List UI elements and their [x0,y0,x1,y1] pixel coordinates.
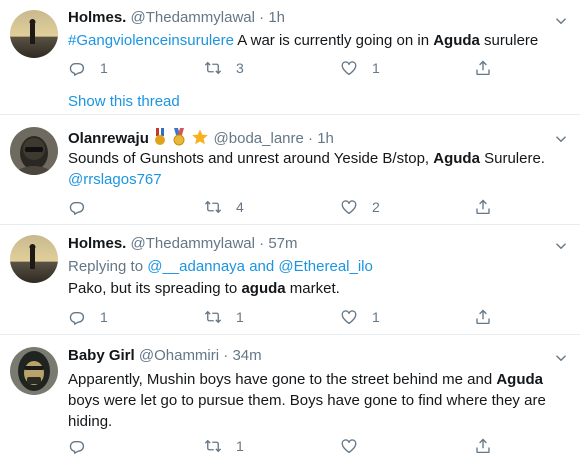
retweet-count: 3 [236,60,244,76]
chevron-down-icon[interactable] [552,12,570,30]
display-name[interactable]: Holmes. [68,235,126,252]
heart-icon [340,198,358,216]
display-name[interactable]: Holmes. [68,9,126,26]
display-name[interactable]: Olanrewaju [68,130,149,147]
reply-icon [68,198,86,216]
replying-to: Replying to @__adannaya and @Ethereal_il… [68,258,373,275]
retweet-count: 1 [236,309,244,325]
share-button[interactable] [474,435,492,457]
reply-count: 1 [100,60,108,76]
retweet-button[interactable]: 1 [204,306,244,328]
retweet-count: 4 [236,199,244,215]
tweet-actions: 4 2 [68,196,508,218]
avatar[interactable] [10,127,58,175]
tweet[interactable]: Baby Girl @Ohammiri · 34m Apparently, Mu… [0,335,580,468]
highlighted-keyword: aguda [241,280,286,297]
heart-icon [340,308,358,326]
share-icon [474,198,492,216]
tweet-text: Pako, but its spreading to aguda market. [68,280,340,297]
reply-icon [68,59,86,77]
tweet[interactable]: Olanrewaju @boda_lanre · 1h Sounds of Gu… [0,115,580,225]
highlighted-keyword: Aguda [433,32,480,49]
separator-dot: · [308,130,314,147]
user-handle[interactable]: @Thedammylawal [131,9,255,26]
share-button[interactable] [474,306,492,328]
tweet-header: Holmes. @Thedammylawal · 1h [68,9,285,26]
retweet-icon [204,198,222,216]
tweet-text: #Gangviolenceinsurulere A war is current… [68,32,539,49]
share-button[interactable] [474,57,492,79]
retweet-button[interactable]: 3 [204,57,244,79]
share-icon [474,59,492,77]
like-count: 2 [372,199,380,215]
retweet-icon [204,59,222,77]
heart-icon [340,59,358,77]
hashtag-link[interactable]: #Gangviolenceinsurulere [68,32,234,49]
timestamp[interactable]: 1h [268,9,285,26]
tweet-text: Sounds of Gunshots and unrest around Yes… [68,150,545,188]
tweet-header: Holmes. @Thedammylawal · 57m [68,235,298,252]
like-button[interactable]: 1 [340,306,380,328]
reply-button[interactable]: 1 [68,306,108,328]
reply-icon [68,437,86,455]
separator-dot: · [259,235,265,252]
mention-link[interactable]: @rrslagos767 [68,171,162,188]
reply-button[interactable] [68,196,100,218]
user-handle[interactable]: @Thedammylawal [131,235,255,252]
tweet-header: Olanrewaju @boda_lanre · 1h [68,128,334,147]
avatar[interactable] [10,347,58,395]
mention-link[interactable]: @__adannaya [147,258,245,275]
reply-button[interactable]: 1 [68,57,108,79]
tweet[interactable]: Holmes. @Thedammylawal · 57m Replying to… [0,225,580,335]
highlighted-keyword: Aguda [433,150,480,167]
heart-icon [340,437,358,455]
star-emoji-icon [192,129,209,145]
timestamp[interactable]: 34m [232,347,261,364]
mention-link[interactable]: @Ethereal_ilo [278,258,372,275]
tweet-header: Baby Girl @Ohammiri · 34m [68,347,262,364]
separator-dot: · [223,347,229,364]
chevron-down-icon[interactable] [552,130,570,148]
retweet-button[interactable]: 4 [204,196,244,218]
reply-button[interactable] [68,435,100,457]
timestamp[interactable]: 1h [317,130,334,147]
chevron-down-icon[interactable] [552,237,570,255]
share-icon [474,308,492,326]
user-handle[interactable]: @boda_lanre [214,130,304,147]
tweet-actions: 1 1 1 [68,306,508,328]
share-button[interactable] [474,196,492,218]
like-count: 1 [372,60,380,76]
avatar[interactable] [10,10,58,58]
retweet-count: 1 [236,438,244,454]
like-count: 1 [372,309,380,325]
medal-emoji-icon [155,128,166,145]
display-name[interactable]: Baby Girl [68,347,135,364]
retweet-icon [204,437,222,455]
separator-dot: · [259,9,265,26]
reply-count: 1 [100,309,108,325]
tweet[interactable]: Holmes. @Thedammylawal · 1h #Gangviolenc… [0,0,580,115]
tweet-actions: 1 [68,435,508,457]
retweet-icon [204,308,222,326]
avatar[interactable] [10,235,58,283]
retweet-button[interactable]: 1 [204,435,244,457]
like-button[interactable] [340,435,372,457]
highlighted-keyword: Aguda [496,371,543,388]
sports-medal-icon [173,128,185,146]
tweet-text: Apparently, Mushin boys have gone to the… [68,371,546,430]
like-button[interactable]: 1 [340,57,380,79]
share-icon [474,437,492,455]
like-button[interactable]: 2 [340,196,380,218]
user-handle[interactable]: @Ohammiri [139,347,219,364]
show-thread-link[interactable]: Show this thread [68,93,180,110]
tweet-actions: 1 3 1 [68,57,508,79]
chevron-down-icon[interactable] [552,349,570,367]
timestamp[interactable]: 57m [268,235,297,252]
reply-icon [68,308,86,326]
